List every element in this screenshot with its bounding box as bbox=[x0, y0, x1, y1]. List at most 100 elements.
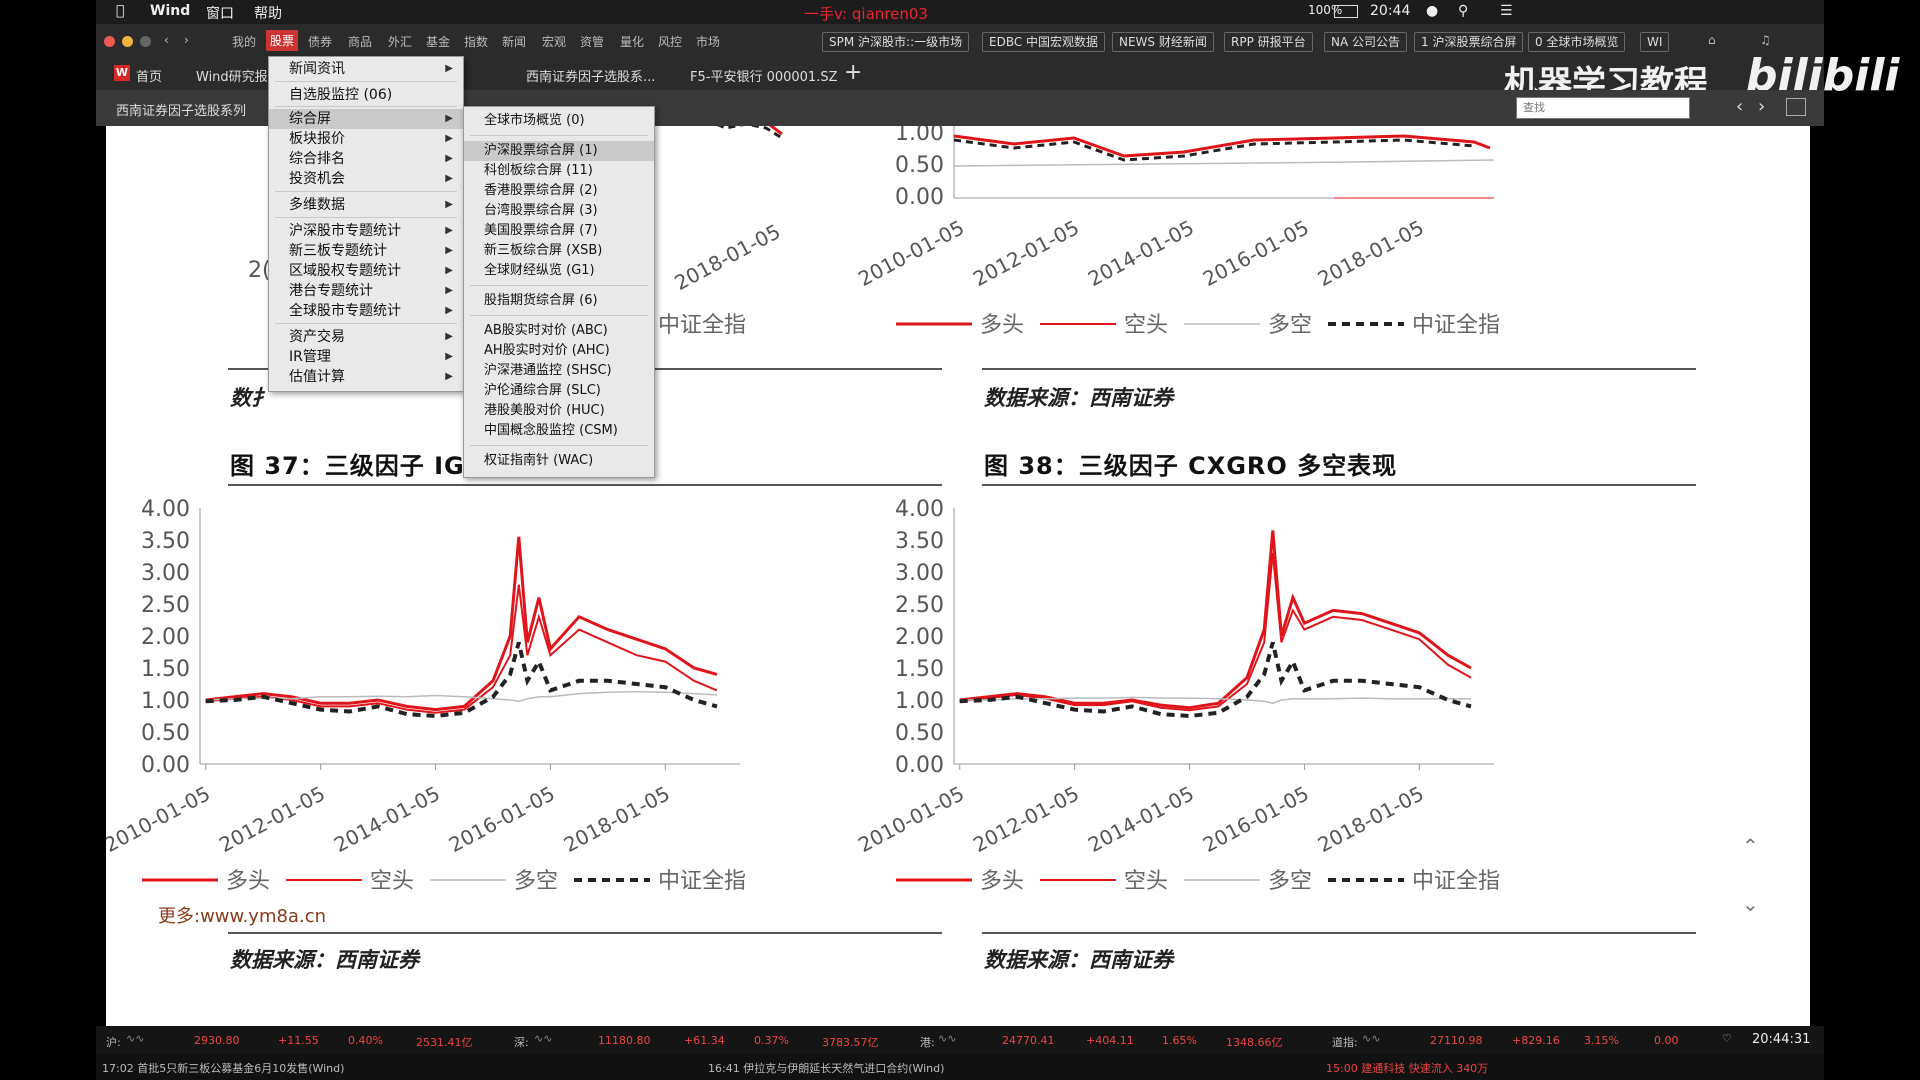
menu-item[interactable]: 综合排名 ▶ bbox=[269, 149, 463, 169]
search-input[interactable] bbox=[1516, 97, 1690, 119]
menu-item[interactable]: 新三板专题统计 ▶ bbox=[269, 241, 463, 261]
market-status-bar: 沪: ∿∿ 2930.80 +11.55 0.40% 2531.41亿 深: ∿… bbox=[96, 1026, 1824, 1080]
print-icon[interactable] bbox=[1786, 98, 1806, 116]
menu-help[interactable]: 帮助 bbox=[254, 3, 282, 23]
series-line bbox=[959, 530, 1472, 710]
menu-item[interactable]: 自选股监控 (06) bbox=[269, 85, 463, 105]
y-tick-label: 0.00 bbox=[895, 185, 944, 210]
menu-item[interactable]: 板块报价 ▶ bbox=[269, 129, 463, 149]
forward-icon[interactable]: › bbox=[184, 33, 189, 47]
close-window-button[interactable] bbox=[104, 36, 115, 47]
user-icon[interactable]: ● bbox=[1426, 3, 1438, 19]
shortcut-rpp[interactable]: RPP 研报平台 bbox=[1224, 32, 1313, 52]
battery-icon[interactable] bbox=[1334, 5, 1358, 18]
watermark-link[interactable]: 更多:www.ym8a.cn bbox=[158, 902, 326, 928]
tab-southwest-factor[interactable]: 西南证券因子选股系... bbox=[526, 66, 655, 85]
toolbar-menu-index[interactable]: 指数 bbox=[464, 33, 488, 50]
submenu-item[interactable]: 权证指南针 (WAC) bbox=[464, 451, 654, 471]
control-center-icon[interactable]: ☰ bbox=[1500, 3, 1513, 19]
menu-window[interactable]: 窗口 bbox=[206, 3, 234, 23]
dj-change: +829.16 bbox=[1512, 1034, 1560, 1047]
figure-38-source: 数据来源：西南证券 bbox=[984, 947, 1173, 972]
submenu-item[interactable]: 台湾股票综合屏 (3) bbox=[464, 201, 654, 221]
app-name[interactable]: Wind bbox=[150, 3, 190, 19]
x-tick-label: 2012-01-05 bbox=[969, 781, 1083, 857]
shortcut-spm[interactable]: SPM 沪深股市::一级市场 bbox=[822, 32, 970, 52]
submenu-item[interactable]: 中国概念股监控 (CSM) bbox=[464, 421, 654, 441]
zoom-window-button[interactable] bbox=[140, 36, 151, 47]
toolbar-menu-market[interactable]: 市场 bbox=[696, 33, 720, 50]
shortcut-0[interactable]: 0 全球市场概览 bbox=[1528, 32, 1626, 52]
minimize-window-button[interactable] bbox=[122, 36, 133, 47]
toolbar-menu-bond[interactable]: 债券 bbox=[308, 33, 332, 50]
news-ticker-2[interactable]: 16:41 伊拉克与伊朗延长天然气进口合约(Wind) bbox=[708, 1060, 944, 1076]
menu-item[interactable]: 投资机会 ▶ bbox=[269, 169, 463, 189]
scroll-down-icon[interactable]: ⌄ bbox=[1742, 892, 1759, 916]
tab-pingan-bank[interactable]: F5-平安银行 000001.SZ bbox=[690, 66, 838, 85]
menu-item[interactable]: 港台专题统计 ▶ bbox=[269, 281, 463, 301]
back-icon[interactable]: ‹ bbox=[164, 33, 169, 47]
submenu-item[interactable]: 沪深股票综合屏 (1) bbox=[464, 141, 654, 161]
submenu-item[interactable]: 股指期货综合屏 (6) bbox=[464, 291, 654, 311]
legend-label: 空头 bbox=[1124, 313, 1168, 338]
menu-item[interactable]: 新闻资讯 ▶ bbox=[269, 59, 463, 79]
hk-sparkline-icon: ∿∿ bbox=[938, 1032, 957, 1045]
shortcut-edbc[interactable]: EDBC 中国宏观数据 bbox=[982, 32, 1106, 52]
submenu-item[interactable]: 沪深港通监控 (SHSC) bbox=[464, 361, 654, 381]
menu-separator bbox=[470, 445, 648, 446]
scroll-up-icon[interactable]: ⌃ bbox=[1742, 834, 1759, 858]
submenu-item[interactable]: 沪伦通综合屏 (SLC) bbox=[464, 381, 654, 401]
clock[interactable]: 20:44 bbox=[1370, 3, 1410, 19]
heart-icon[interactable]: ♡ bbox=[1722, 1032, 1732, 1045]
apple-icon[interactable]:  bbox=[116, 3, 124, 19]
submenu-item[interactable]: AB股实时对价 (ABC) bbox=[464, 321, 654, 341]
shortcut-wi[interactable]: WI bbox=[1640, 32, 1670, 52]
tab-wind-research[interactable]: Wind研究报 bbox=[196, 66, 268, 85]
menu-item[interactable]: 综合屏 ▶ bbox=[269, 109, 463, 129]
submenu-item[interactable]: 科创板综合屏 (11) bbox=[464, 161, 654, 181]
y-tick-label: 4.00 bbox=[141, 497, 190, 522]
add-tab-button[interactable]: + bbox=[844, 60, 862, 85]
menu-item[interactable]: 全球股市专题统计 ▶ bbox=[269, 301, 463, 321]
hk-change: +404.11 bbox=[1086, 1034, 1134, 1047]
prev-icon[interactable]: ‹ bbox=[1736, 96, 1743, 117]
submenu-item[interactable]: 全球财经纵览 (G1) bbox=[464, 261, 654, 281]
search-icon[interactable]: ⚲ bbox=[1458, 3, 1468, 19]
submenu-item[interactable]: AH股实时对价 (AHC) bbox=[464, 341, 654, 361]
menu-item-label: 区域股权专题统计 bbox=[289, 263, 401, 279]
shortcut-news[interactable]: NEWS 财经新闻 bbox=[1112, 32, 1214, 52]
submenu-item[interactable]: 新三板综合屏 (XSB) bbox=[464, 241, 654, 261]
toolbar-menu-mine[interactable]: 我的 bbox=[232, 33, 256, 50]
bell-icon[interactable]: ♫ bbox=[1760, 33, 1771, 47]
toolbar-menu-risk[interactable]: 风控 bbox=[658, 33, 682, 50]
menu-item[interactable]: IR管理 ▶ bbox=[269, 347, 463, 367]
toolbar-menu-news[interactable]: 新闻 bbox=[502, 33, 526, 50]
tab-home[interactable]: 首页 bbox=[136, 66, 162, 85]
toolbar-menu-fx[interactable]: 外汇 bbox=[388, 33, 412, 50]
news-ticker-3[interactable]: 15:00 建通科技 快速流入 340万 bbox=[1326, 1060, 1488, 1076]
menu-separator bbox=[470, 285, 648, 286]
menu-item[interactable]: 沪深股市专题统计 ▶ bbox=[269, 221, 463, 241]
toolbar-menu-commodity[interactable]: 商品 bbox=[348, 33, 372, 50]
submenu-item[interactable]: 港股美股对价 (HUC) bbox=[464, 401, 654, 421]
submenu-item[interactable]: 香港股票综合屏 (2) bbox=[464, 181, 654, 201]
menu-item-label: 板块报价 bbox=[289, 131, 345, 147]
toolbar-menu-fund[interactable]: 基金 bbox=[426, 33, 450, 50]
submenu-item[interactable]: 全球市场概览 (0) bbox=[464, 111, 654, 131]
toolbar-menu-macro[interactable]: 宏观 bbox=[542, 33, 566, 50]
series-line bbox=[959, 552, 1472, 712]
news-ticker-1[interactable]: 17:02 首批5只新三板公募基金6月10发售(Wind) bbox=[102, 1060, 344, 1076]
menu-item[interactable]: 区域股权专题统计 ▶ bbox=[269, 261, 463, 281]
toolbar-menu-asset-mgmt[interactable]: 资管 bbox=[580, 33, 604, 50]
series-line bbox=[716, 126, 783, 140]
next-icon[interactable]: › bbox=[1758, 96, 1765, 117]
submenu-item[interactable]: 美国股票综合屏 (7) bbox=[464, 221, 654, 241]
menu-item[interactable]: 资产交易 ▶ bbox=[269, 327, 463, 347]
toolbar-menu-stock[interactable]: 股票 bbox=[266, 30, 299, 51]
shortcut-1[interactable]: 1 沪深股票综合屏 bbox=[1414, 32, 1524, 52]
menu-item[interactable]: 估值计算 ▶ bbox=[269, 367, 463, 387]
home-icon[interactable]: ⌂ bbox=[1708, 33, 1716, 47]
menu-item[interactable]: 多维数据 ▶ bbox=[269, 195, 463, 215]
toolbar-menu-quant[interactable]: 量化 bbox=[620, 33, 644, 50]
shortcut-na[interactable]: NA 公司公告 bbox=[1324, 32, 1408, 52]
